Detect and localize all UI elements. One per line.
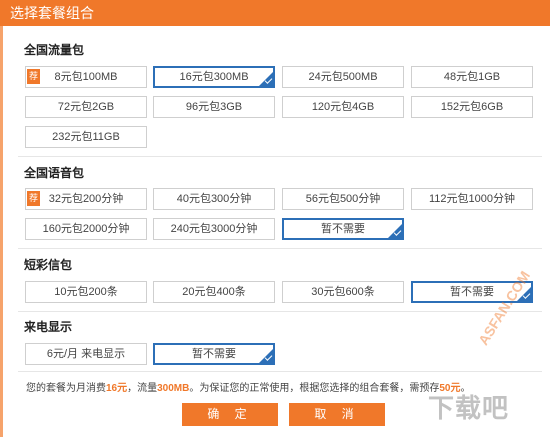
option-data-2[interactable]: 24元包500MB: [282, 66, 404, 88]
checkmark-icon: [259, 349, 273, 363]
option-data-8[interactable]: 232元包11GB: [25, 126, 147, 148]
option-voice-0[interactable]: 荐 32元包200分钟: [25, 188, 147, 210]
option-label: 240元包3000分钟: [170, 223, 258, 235]
dialog-title: 选择套餐组合: [0, 0, 550, 26]
option-label: 8元包100MB: [54, 71, 118, 83]
option-label: 40元包300分钟: [176, 193, 252, 205]
option-label: 72元包2GB: [57, 101, 115, 113]
option-sms-2[interactable]: 30元包600条: [282, 281, 404, 303]
logo-watermark: 下载吧: [428, 393, 510, 423]
left-edge-strip: [0, 26, 3, 437]
option-caller-id-1[interactable]: 暂不需要: [153, 343, 275, 365]
summary-text: 。为保证您的正常使用，根据您选择的组合套餐，需预存: [189, 383, 440, 394]
option-label: 160元包2000分钟: [42, 223, 130, 235]
option-data-5[interactable]: 96元包3GB: [153, 96, 275, 118]
traffic-amount: 300MB: [157, 383, 190, 394]
option-voice-6[interactable]: 暂不需要: [282, 218, 404, 240]
option-label: 32元包200分钟: [48, 193, 124, 205]
monthly-fee: 16元: [106, 383, 128, 394]
option-label: 56元包500分钟: [305, 193, 381, 205]
option-sms-0[interactable]: 10元包200条: [25, 281, 147, 303]
divider: [18, 248, 542, 249]
option-label: 暂不需要: [450, 286, 494, 298]
option-voice-4[interactable]: 160元包2000分钟: [25, 218, 147, 240]
option-label: 暂不需要: [192, 348, 236, 360]
summary-text: ，流量: [127, 383, 158, 394]
option-label: 30元包600条: [311, 286, 375, 298]
cancel-button[interactable]: 取 消: [289, 403, 385, 426]
option-data-7[interactable]: 152元包6GB: [411, 96, 533, 118]
option-label: 24元包500MB: [308, 71, 378, 83]
option-label: 232元包11GB: [52, 131, 120, 143]
section-title-caller-id: 来电显示: [24, 320, 73, 334]
checkmark-icon: [259, 72, 273, 86]
recommend-badge: 荐: [27, 191, 40, 206]
option-sms-1[interactable]: 20元包400条: [153, 281, 275, 303]
option-data-6[interactable]: 120元包4GB: [282, 96, 404, 118]
divider: [18, 311, 542, 312]
option-voice-1[interactable]: 40元包300分钟: [153, 188, 275, 210]
option-label: 10元包200条: [54, 286, 118, 298]
option-label: 6元/月 来电显示: [46, 348, 126, 360]
option-data-1[interactable]: 16元包300MB: [153, 66, 275, 88]
recommend-badge: 荐: [27, 69, 40, 84]
divider: [18, 156, 542, 157]
section-title-sms: 短彩信包: [24, 258, 73, 272]
option-voice-3[interactable]: 112元包1000分钟: [411, 188, 533, 210]
option-label: 96元包3GB: [185, 101, 243, 113]
option-voice-2[interactable]: 56元包500分钟: [282, 188, 404, 210]
option-label: 暂不需要: [321, 223, 365, 235]
option-data-3[interactable]: 48元包1GB: [411, 66, 533, 88]
confirm-button[interactable]: 确 定: [182, 403, 278, 426]
option-data-0[interactable]: 荐 8元包100MB: [25, 66, 147, 88]
option-data-4[interactable]: 72元包2GB: [25, 96, 147, 118]
option-label: 152元包6GB: [440, 101, 504, 113]
option-label: 120元包4GB: [311, 101, 375, 113]
option-label: 16元包300MB: [179, 71, 249, 83]
summary-text: 您的套餐为月消费: [26, 383, 106, 394]
option-caller-id-0[interactable]: 6元/月 来电显示: [25, 343, 147, 365]
checkmark-icon: [388, 224, 402, 238]
option-label: 112元包1000分钟: [428, 193, 515, 205]
option-label: 48元包1GB: [443, 71, 501, 83]
divider: [18, 371, 542, 372]
section-title-voice: 全国语音包: [24, 166, 85, 180]
section-title-data: 全国流量包: [24, 43, 85, 57]
option-label: 20元包400条: [182, 286, 246, 298]
option-voice-5[interactable]: 240元包3000分钟: [153, 218, 275, 240]
